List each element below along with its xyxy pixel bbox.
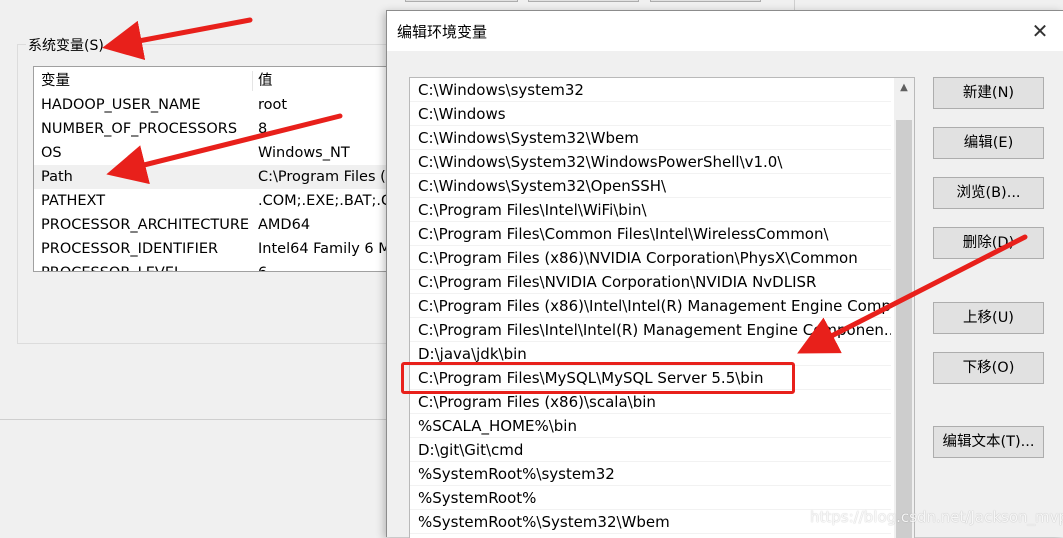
table-row[interactable]: OS Windows_NT [34,141,412,165]
variable-value: AMD64 [258,217,311,233]
list-item[interactable]: C:\Windows\System32\WindowsPowerShell\v1… [410,150,891,174]
table-row[interactable]: HADOOP_USER_NAME root [34,93,412,117]
top-button-1[interactable] [405,0,518,2]
system-variables-list[interactable]: 变量 值 HADOOP_USER_NAME root NUMBER_OF_PRO… [33,66,413,272]
header-value[interactable]: 值 [258,69,273,93]
list-item[interactable]: C:\Program Files\NVIDIA Corporation\NVID… [410,270,891,294]
list-item[interactable]: D:\git\Git\cmd [410,438,891,462]
variable-name: PROCESSOR_LEVEL [41,261,182,271]
scroll-thumb[interactable] [896,120,912,538]
list-item[interactable]: %SystemRoot% [410,486,891,510]
variable-value: 8 [258,121,268,137]
variable-value: 6 [258,261,267,271]
list-item[interactable]: C:\Program Files\Common Files\Intel\Wire… [410,222,891,246]
list-item[interactable]: %SCALA_HOME%\bin [410,414,891,438]
table-row-selected[interactable]: Path C:\Program Files ( [34,165,412,189]
browse-button[interactable]: 浏览(B)... [933,177,1044,209]
variable-name: PROCESSOR_IDENTIFIER [41,241,219,257]
variable-name: Path [41,169,73,185]
edit-button[interactable]: 编辑(E) [933,127,1044,159]
list-item[interactable]: C:\Program Files\Intel\WiFi\bin\ [410,198,891,222]
move-up-button[interactable]: 上移(U) [933,302,1044,334]
table-row[interactable]: PROCESSOR_IDENTIFIER Intel64 Family 6 M [34,237,412,261]
variable-name: NUMBER_OF_PROCESSORS [41,121,238,137]
table-row[interactable]: PROCESSOR_ARCHITECTURE AMD64 [34,213,412,237]
variable-name: PROCESSOR_ARCHITECTURE [41,217,250,233]
variable-name: HADOOP_USER_NAME [41,97,201,113]
new-button[interactable]: 新建(N) [933,77,1044,109]
edit-text-button[interactable]: 编辑文本(T)... [933,426,1044,458]
top-button-2[interactable] [528,0,639,2]
edit-environment-variable-dialog: 编辑环境变量 ✕ C:\Windows\system32 C:\Windows … [386,10,1063,538]
variable-value: Intel64 Family 6 M [258,241,391,257]
scroll-up-arrow-icon[interactable]: ▲ [894,78,914,98]
list-item[interactable]: C:\Program Files (x86)\scala\bin [410,390,891,414]
list-header: 变量 值 [34,69,412,93]
delete-button[interactable]: 删除(D) [933,227,1044,259]
list-item[interactable]: C:\Windows [410,102,891,126]
table-row[interactable]: NUMBER_OF_PROCESSORS 8 [34,117,412,141]
dialog-titlebar[interactable]: 编辑环境变量 ✕ [387,11,1063,51]
variable-value: .COM;.EXE;.BAT;.C [258,193,392,209]
vertical-scrollbar[interactable]: ▲ [894,78,914,538]
list-item[interactable]: C:\Windows\System32\Wbem [410,126,891,150]
table-row[interactable]: PATHEXT .COM;.EXE;.BAT;.C [34,189,412,213]
variable-name: PATHEXT [41,193,106,209]
system-variables-title: 系统变量(S) [26,35,106,55]
top-button-3[interactable] [650,0,761,2]
move-down-button[interactable]: 下移(O) [933,352,1044,384]
variable-value: Windows_NT [258,145,350,161]
header-divider[interactable] [252,71,253,91]
list-item[interactable]: C:\Program Files (x86)\NVIDIA Corporatio… [410,246,891,270]
variable-name: OS [41,145,62,161]
list-item-mysql-path[interactable]: C:\Program Files\MySQL\MySQL Server 5.5\… [410,366,891,390]
variable-value: root [258,97,288,113]
list-item[interactable]: C:\Program Files (x86)\Intel\Intel(R) Ma… [410,294,891,318]
list-item[interactable]: C:\Windows\system32 [410,78,891,102]
dialog-title: 编辑环境变量 [397,23,488,41]
variable-value: C:\Program Files ( [258,169,386,185]
header-variable[interactable]: 变量 [41,69,70,93]
list-item[interactable]: D:\java\jdk\bin [410,342,891,366]
list-item[interactable]: %SystemRoot%\system32 [410,462,891,486]
table-row[interactable]: PROCESSOR_LEVEL 6 [34,261,412,271]
list-item[interactable]: C:\Program Files\Intel\Intel(R) Manageme… [410,318,891,342]
close-icon[interactable]: ✕ [1017,11,1063,51]
path-list[interactable]: C:\Windows\system32 C:\Windows C:\Window… [409,77,915,538]
list-item[interactable]: C:\Windows\System32\OpenSSH\ [410,174,891,198]
watermark: https://blog.csdn.net/Jackson_mvp [810,508,1063,526]
